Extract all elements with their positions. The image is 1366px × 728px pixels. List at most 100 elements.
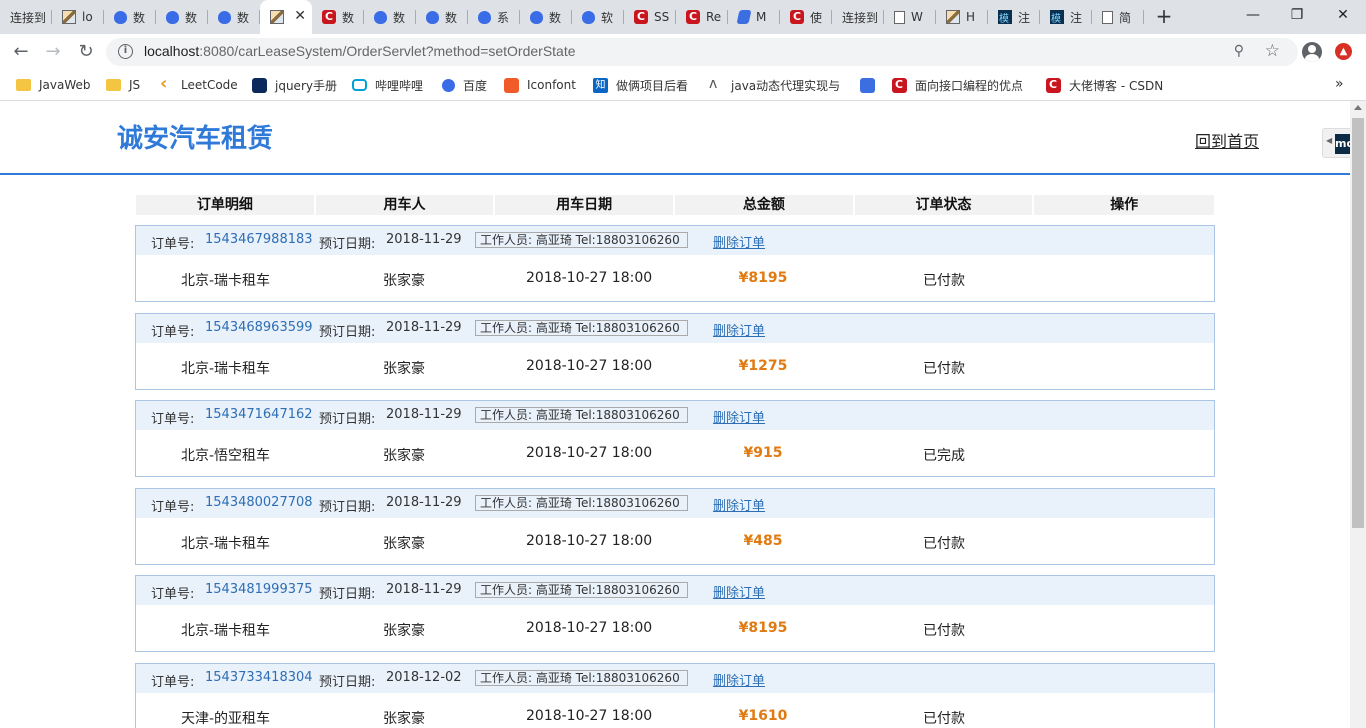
baidu-paw-icon [426,10,439,24]
browser-tab[interactable]: ✕ [260,0,312,34]
bookmark-item[interactable]: 知做俩项目后看 [593,77,688,93]
browser-tab[interactable]: 数 [520,0,572,34]
browser-tab[interactable]: 数 [364,0,416,34]
order-id-link[interactable]: 1543480027708 [205,495,313,510]
browser-tab[interactable]: 使 [780,0,832,34]
bookmark-item[interactable] [860,77,883,93]
order-id-link[interactable]: 1543471647162 [205,407,313,422]
baidu-paw-icon [442,78,455,92]
extension-icon[interactable]: ▲ [1335,43,1352,60]
csdn-icon [1046,77,1061,93]
booking-date: 2018-11-29 [386,232,462,247]
order-use-date: 2018-10-27 18:00 [526,357,653,374]
vertical-scrollbar[interactable] [1350,101,1366,728]
delete-order-link[interactable]: 删除订单 [713,582,765,601]
browser-tab[interactable]: 数 [312,0,364,34]
column-header: 总金额 [675,195,853,215]
browser-tab[interactable]: 简 [1092,0,1144,34]
bookmark-item[interactable]: 百度 [442,77,487,93]
bookmark-item[interactable]: 哔哩哔哩 [352,77,423,93]
browser-tab[interactable]: 连接到 [832,0,884,34]
browser-toolbar: ← → ↻ i localhost:8080/carLeaseSystem/Or… [0,34,1366,70]
order-id-link[interactable]: 1543468963599 [205,320,313,335]
back-button[interactable]: ← [9,40,33,64]
tab-title: SS [654,10,670,24]
order-user: 张家豪 [383,448,425,465]
tab-title: 使 [810,10,823,25]
browser-tab[interactable]: 数 [208,0,260,34]
browser-tab[interactable]: M [728,0,780,34]
browser-tab[interactable]: 注 [1040,0,1092,34]
new-tab-button[interactable]: + [1152,5,1176,29]
home-link[interactable]: 回到首页 [1195,128,1259,152]
tab-title: 连接到 [842,10,879,25]
delete-order-link[interactable]: 删除订单 [713,320,765,339]
booking-date-label: 预订日期: [319,587,376,603]
bookmark-label: 面向接口编程的优点 [915,78,1024,93]
order-id-link[interactable]: 1543481999375 [205,582,313,597]
column-header: 用车日期 [495,195,674,215]
browser-tab[interactable]: 数 [156,0,208,34]
baidu-paw-icon [582,10,595,24]
order-no-label: 订单号: [151,587,195,603]
browser-tab[interactable]: lo [52,0,104,34]
browser-tab[interactable]: 数 [104,0,156,34]
forward-button[interactable]: → [41,40,65,64]
order-table-header: 订单明细 用车人 用车日期 总金额 订单状态 操作 [136,195,1215,215]
url-host: localhost [144,43,200,59]
browser-tab[interactable]: 注 [988,0,1040,34]
close-tab-icon[interactable]: ✕ [294,9,306,23]
image-favicon-icon [270,10,284,24]
browser-tab[interactable]: W [884,0,936,34]
browser-tab[interactable]: 软 [572,0,624,34]
zoom-icon[interactable]: ⚲ [1234,43,1244,59]
bookmark-item[interactable]: 面向接口编程的优点 [892,77,1023,93]
browser-tab[interactable]: 连接到 [0,0,52,34]
side-widget-tab[interactable]: ◀ mo [1322,128,1350,158]
delete-order-link[interactable]: 删除订单 [713,232,765,251]
order-id-link[interactable]: 1543733418304 [205,670,313,685]
booking-date-label: 预订日期: [319,324,376,340]
delete-order-link[interactable]: 删除订单 [713,670,765,689]
browser-tab[interactable]: Re [676,0,728,34]
url-text[interactable]: localhost:8080/carLeaseSystem/OrderServl… [144,43,576,59]
bookmark-item[interactable]: java动态代理实现与 [708,76,840,93]
scrollbar-thumb[interactable] [1352,118,1364,528]
restore-button[interactable]: ❐ [1274,0,1320,30]
bookmark-item[interactable]: Iconfont [504,77,576,93]
order-no-label: 订单号: [151,675,195,690]
reload-button[interactable]: ↻ [74,40,98,64]
site-info-icon[interactable]: i [118,44,133,59]
booking-date: 2018-11-29 [386,319,462,335]
bookmark-star-icon[interactable]: ☆ [1265,41,1280,61]
address-bar[interactable]: i localhost:8080/carLeaseSystem/OrderSer… [106,38,1298,66]
order-user: 张家豪 [383,623,425,640]
alibaba-icon [708,76,723,93]
bookmark-item[interactable]: JS [106,77,140,93]
order-id-link[interactable]: 1543467988183 [205,232,313,247]
tab-title: 注 [1070,10,1083,25]
browser-tab[interactable]: H [936,0,988,34]
bookmarks-overflow-icon[interactable]: » [1335,76,1344,92]
profile-avatar-icon[interactable] [1302,42,1322,62]
browser-tab[interactable]: 数 [416,0,468,34]
bookmark-item[interactable]: jquery手册 [252,77,337,93]
browser-tab[interactable]: 系 [468,0,520,34]
browser-tab[interactable]: SS [624,0,676,34]
bookmark-item[interactable]: 大佬博客 - CSDN [1046,77,1163,93]
delete-order-link[interactable]: 删除订单 [713,407,765,426]
minimize-button[interactable]: — [1230,0,1276,30]
feather-icon [736,10,752,24]
delete-order-link[interactable]: 删除订单 [713,495,765,514]
scroll-up-icon[interactable] [1354,105,1362,110]
close-window-button[interactable]: ✕ [1320,0,1366,30]
staff-info: 工作人员: 高亚琦 Tel:18803106260 [475,232,688,248]
order-route: 北京-瑞卡租车 [181,273,271,289]
bookmark-item[interactable]: JavaWeb [16,77,91,93]
csdn-icon [892,77,907,93]
order-user: 张家豪 [383,360,425,377]
tab-title: lo [82,10,93,24]
staff-info: 工作人员: 高亚琦 Tel:18803106260 [475,670,688,686]
bookmark-item[interactable]: LeetCode [158,73,238,94]
staff-info: 工作人员: 高亚琦 Tel:18803106260 [475,319,688,336]
